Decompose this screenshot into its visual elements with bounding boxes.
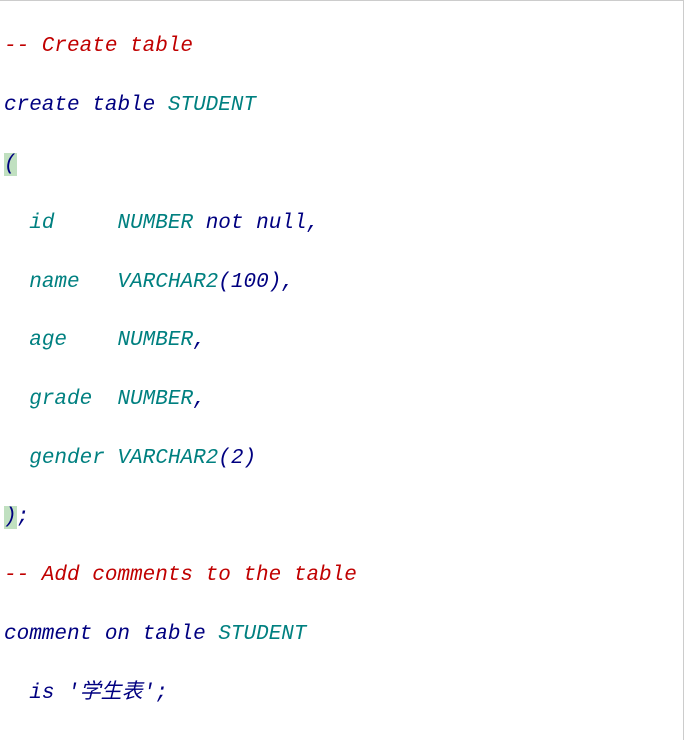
code-line: id NUMBER not null, <box>4 209 679 238</box>
code-line: grade NUMBER, <box>4 385 679 414</box>
close-paren-highlight: ) <box>4 506 17 529</box>
type-number: NUMBER <box>117 388 193 411</box>
code-line: -- Create table <box>4 32 679 61</box>
type-number: NUMBER <box>117 329 193 352</box>
rparen: ) <box>269 271 282 294</box>
column-id: id <box>29 212 54 235</box>
code-line: comment on table STUDENT <box>4 620 679 649</box>
lparen: ( <box>218 271 231 294</box>
keyword-table: table <box>143 623 206 646</box>
sql-code-block: -- Create table create table STUDENT ( i… <box>0 0 684 740</box>
semicolon: ; <box>17 506 30 529</box>
keyword-comment: comment <box>4 623 92 646</box>
sql-comment: -- Create table <box>4 35 193 58</box>
keyword-not: not <box>206 212 244 235</box>
code-line: -- Add comments to the table <box>4 561 679 590</box>
keyword-null: null <box>256 212 306 235</box>
code-line: ); <box>4 503 679 532</box>
column-gender: gender <box>29 447 105 470</box>
identifier-student: STUDENT <box>218 623 306 646</box>
keyword-create: create <box>4 94 80 117</box>
code-line: ( <box>4 150 679 179</box>
type-number: NUMBER <box>117 212 193 235</box>
open-paren-highlight: ( <box>4 153 17 176</box>
keyword-on: on <box>105 623 130 646</box>
comma: , <box>307 212 320 235</box>
column-age: age <box>29 329 67 352</box>
number-literal: 100 <box>231 271 269 294</box>
code-line: create table STUDENT <box>4 91 679 120</box>
identifier-student: STUDENT <box>168 94 256 117</box>
comma: , <box>281 271 294 294</box>
sql-comment: -- Add comments to the table <box>4 564 369 587</box>
spacing <box>54 212 104 235</box>
type-varchar2: VARCHAR2 <box>117 271 218 294</box>
semicolon: ; <box>155 682 168 705</box>
code-line: gender VARCHAR2(2) <box>4 444 679 473</box>
comma: , <box>193 329 206 352</box>
rparen: ) <box>244 447 257 470</box>
spacing <box>80 271 105 294</box>
code-line: age NUMBER, <box>4 326 679 355</box>
comma: , <box>193 388 206 411</box>
lparen: ( <box>218 447 231 470</box>
keyword-is: is <box>29 682 54 705</box>
spacing <box>92 388 105 411</box>
code-line: name VARCHAR2(100), <box>4 268 679 297</box>
keyword-table: table <box>92 94 155 117</box>
type-varchar2: VARCHAR2 <box>117 447 218 470</box>
spacing <box>67 329 105 352</box>
number-literal: 2 <box>231 447 244 470</box>
string-literal: '学生表' <box>67 682 155 705</box>
column-grade: grade <box>29 388 92 411</box>
column-name: name <box>29 271 79 294</box>
code-line: is '学生表'; <box>4 679 679 708</box>
